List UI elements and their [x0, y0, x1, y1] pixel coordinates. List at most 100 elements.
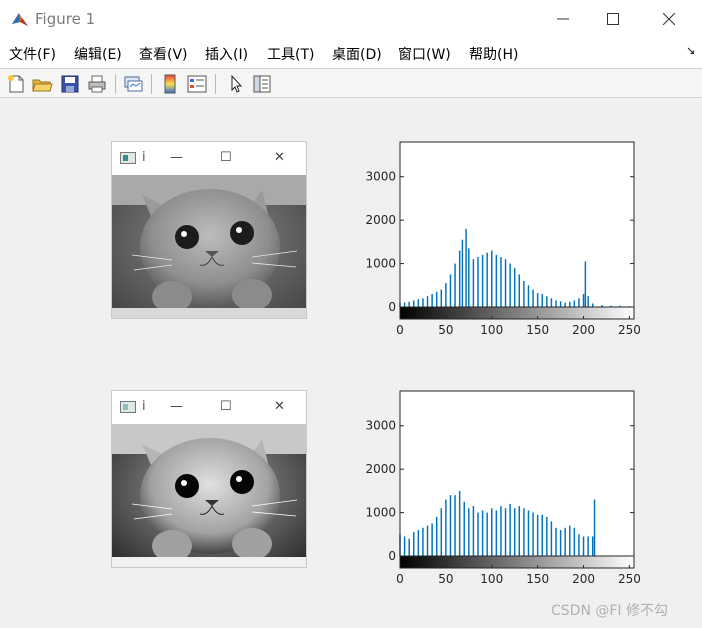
kitten-photo-equalized: [112, 424, 306, 567]
histogram-bar: [435, 516, 438, 556]
insert-colorbar-icon: [164, 74, 176, 94]
histogram-bar: [461, 239, 464, 307]
x-tick-label: 0: [396, 323, 404, 337]
histogram-bar: [536, 514, 539, 556]
image-window-close-icon[interactable]: ✕: [274, 150, 285, 165]
histogram-bar: [500, 257, 502, 307]
histogram-bar: [591, 536, 594, 556]
y-tick-label: 3000: [365, 170, 396, 184]
histogram-bar: [486, 252, 488, 307]
histogram-bar: [591, 303, 594, 307]
minimize-icon: [557, 18, 569, 20]
histogram-bar: [417, 299, 420, 307]
menu-view[interactable]: 查看(V): [139, 44, 188, 64]
histogram-bar: [445, 283, 447, 307]
x-tick-label: 150: [526, 323, 549, 337]
x-tick-label: 0: [396, 572, 404, 586]
maximize-button[interactable]: [590, 0, 636, 38]
link-plot-button[interactable]: [122, 73, 144, 95]
close-button[interactable]: [646, 0, 692, 38]
menu-edit[interactable]: 编辑(E): [74, 44, 122, 64]
menu-file[interactable]: 文件(F): [9, 44, 56, 64]
minimize-button[interactable]: [540, 0, 586, 38]
histogram-bar: [454, 495, 456, 556]
y-tick-label: 0: [388, 300, 396, 314]
new-figure-button[interactable]: [5, 73, 27, 95]
histogram-bar: [440, 508, 443, 556]
x-tick-label: 150: [526, 572, 549, 586]
new-figure-icon: [8, 75, 24, 93]
histogram-bar: [468, 508, 470, 556]
histogram-bar: [550, 521, 553, 556]
original-image-panel: i — ☐ ✕: [111, 141, 307, 319]
print-button[interactable]: [86, 73, 108, 95]
save-button[interactable]: [59, 73, 81, 95]
x-tick-label: 100: [480, 323, 503, 337]
open-file-icon: [32, 79, 53, 92]
histogram-bar: [569, 525, 571, 556]
menu-desktop[interactable]: 桌面(D): [332, 44, 382, 64]
histogram-original: 0 1000 2000 3000 0 50 100 150 200 250: [365, 141, 641, 337]
image-window-minimize-icon[interactable]: —: [170, 150, 183, 165]
histogram-bar: [582, 536, 585, 556]
histogram-bar: [408, 301, 410, 307]
image-window-minimize-icon[interactable]: —: [170, 399, 183, 414]
open-file-button[interactable]: [31, 73, 53, 95]
histogram-bar: [408, 538, 410, 556]
close-icon: [663, 13, 675, 25]
histogram-bar: [578, 298, 580, 307]
toolbar-separator: [151, 74, 152, 94]
histogram-bar: [495, 510, 498, 556]
image-window-titlebar: i — ☐ ✕: [112, 142, 306, 175]
histogram-bar: [403, 536, 406, 556]
image-window-close-icon[interactable]: ✕: [274, 399, 285, 414]
histogram-bar: [532, 512, 534, 556]
histogram-bar: [536, 293, 539, 307]
property-inspector-icon: [253, 75, 271, 93]
histogram-bar: [527, 510, 530, 556]
histogram-bar: [550, 298, 553, 307]
histogram-bar: [587, 536, 589, 556]
image-viewer-icon: [120, 401, 136, 413]
histogram-bar: [541, 514, 543, 556]
histogram-bar: [472, 259, 475, 307]
image-window-title: i: [142, 150, 146, 165]
y-tick-label: 0: [388, 549, 396, 563]
histogram-bar: [523, 280, 525, 307]
maximize-icon: [607, 13, 619, 25]
histogram-bar: [486, 512, 488, 556]
image-window-title: i: [142, 399, 146, 414]
image-window-maximize-icon[interactable]: ☐: [220, 150, 232, 165]
edit-plot-button[interactable]: [225, 73, 247, 95]
histogram-bar: [518, 274, 521, 307]
dock-figure-button[interactable]: ↘: [686, 44, 695, 57]
property-inspector-button[interactable]: [251, 73, 273, 95]
histogram-bar: [513, 508, 516, 556]
menu-tools[interactable]: 工具(T): [267, 44, 314, 64]
insert-legend-icon: [187, 75, 207, 93]
menu-insert[interactable]: 插入(I): [205, 44, 248, 64]
histogram-bar: [527, 285, 530, 307]
histogram-bar: [426, 296, 429, 307]
insert-legend-button[interactable]: [186, 73, 208, 95]
grayscale-colorbar: [399, 555, 635, 569]
y-tick-label: 2000: [365, 462, 396, 476]
menu-window[interactable]: 窗口(W): [398, 44, 451, 64]
equalized-image-panel: i — ☐ ✕: [111, 390, 307, 568]
histogram-bar: [458, 250, 461, 307]
insert-colorbar-button[interactable]: [159, 73, 181, 95]
menu-bar: 文件(F) 编辑(E) 查看(V) 插入(I) 工具(T) 桌面(D) 窗口(W…: [0, 38, 702, 68]
image-window-maximize-icon[interactable]: ☐: [220, 399, 232, 414]
histogram-bar: [422, 298, 424, 307]
x-tick-label: 200: [572, 572, 595, 586]
menu-help[interactable]: 帮助(H): [469, 44, 518, 64]
y-tick-label: 1000: [365, 506, 396, 520]
histogram-bar: [403, 302, 406, 307]
histogram-bar: [417, 529, 420, 556]
histogram-bar: [413, 300, 415, 307]
histogram-bar: [573, 527, 576, 556]
histogram-bar: [468, 248, 470, 307]
histogram-bar: [431, 293, 433, 307]
histogram-bar: [491, 508, 493, 556]
histogram-bar: [454, 263, 456, 307]
